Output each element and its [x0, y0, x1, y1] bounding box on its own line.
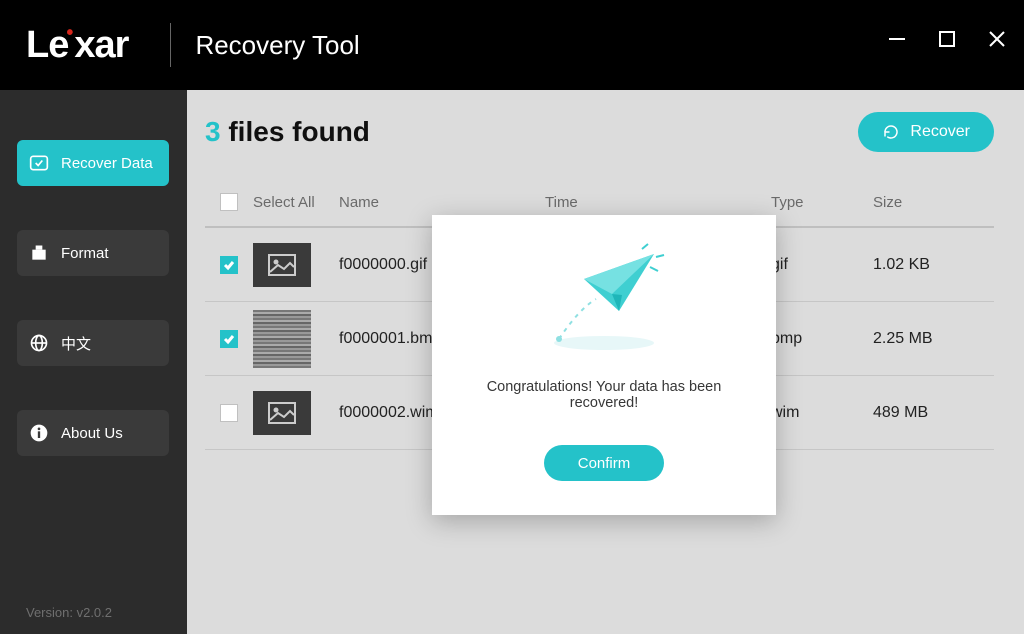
column-size: Size: [873, 194, 994, 211]
column-select-all: Select All: [253, 194, 339, 211]
app-header: Le•xar Recovery Tool: [0, 0, 1024, 90]
success-modal: Congratulations! Your data has been reco…: [432, 215, 776, 515]
confirm-button-label: Confirm: [578, 455, 631, 472]
window-controls: [886, 28, 1008, 50]
file-type: wim: [771, 404, 873, 422]
sidebar-item-language[interactable]: 中文: [17, 320, 169, 366]
info-icon: [29, 423, 49, 443]
sidebar: Recover Data Format 中文 About Us Version:…: [0, 90, 187, 634]
recover-icon: [29, 153, 49, 173]
files-count: 3: [205, 116, 221, 147]
sidebar-item-recover-data[interactable]: Recover Data: [17, 140, 169, 186]
column-name: Name: [339, 194, 545, 211]
image-icon: [253, 391, 311, 435]
confirm-button[interactable]: Confirm: [544, 445, 664, 481]
globe-icon: [29, 333, 49, 353]
row-checkbox[interactable]: [220, 404, 238, 422]
header-divider: [170, 23, 171, 67]
recover-button[interactable]: Recover: [858, 112, 994, 152]
close-button[interactable]: [986, 28, 1008, 50]
app-title: Recovery Tool: [195, 30, 359, 61]
file-type: bmp: [771, 330, 873, 348]
row-checkbox[interactable]: [220, 256, 238, 274]
select-all-checkbox[interactable]: [220, 193, 238, 211]
select-all-checkbox-wrap: [205, 193, 253, 211]
column-time: Time: [545, 194, 771, 211]
recover-button-label: Recover: [910, 123, 970, 141]
sidebar-item-label: Format: [61, 245, 109, 262]
file-size: 1.02 KB: [873, 256, 994, 274]
file-type: gif: [771, 256, 873, 274]
files-found-label: files found: [228, 116, 370, 147]
sidebar-item-label: Recover Data: [61, 155, 153, 172]
sidebar-item-format[interactable]: Format: [17, 230, 169, 276]
image-icon: [253, 243, 311, 287]
format-icon: [29, 243, 49, 263]
file-size: 489 MB: [873, 404, 994, 422]
modal-message: Congratulations! Your data has been reco…: [452, 379, 756, 411]
minimize-icon: [887, 29, 907, 49]
thumbnail-image: [253, 310, 311, 368]
main-top-bar: 3 files found Recover: [205, 108, 994, 156]
sidebar-item-label: About Us: [61, 425, 123, 442]
column-type: Type: [771, 194, 873, 211]
brand-logo: Le•xar: [26, 24, 128, 67]
sidebar-item-about[interactable]: About Us: [17, 410, 169, 456]
minimize-button[interactable]: [886, 28, 908, 50]
sidebar-item-label: 中文: [61, 333, 91, 354]
maximize-button[interactable]: [936, 28, 958, 50]
version-label: Version: v2.0.2: [26, 605, 112, 620]
files-found-heading: 3 files found: [205, 116, 370, 148]
row-checkbox[interactable]: [220, 330, 238, 348]
paper-plane-icon: [524, 239, 684, 359]
file-size: 2.25 MB: [873, 330, 994, 348]
maximize-icon: [937, 29, 957, 49]
close-icon: [987, 29, 1007, 49]
refresh-icon: [882, 123, 900, 141]
